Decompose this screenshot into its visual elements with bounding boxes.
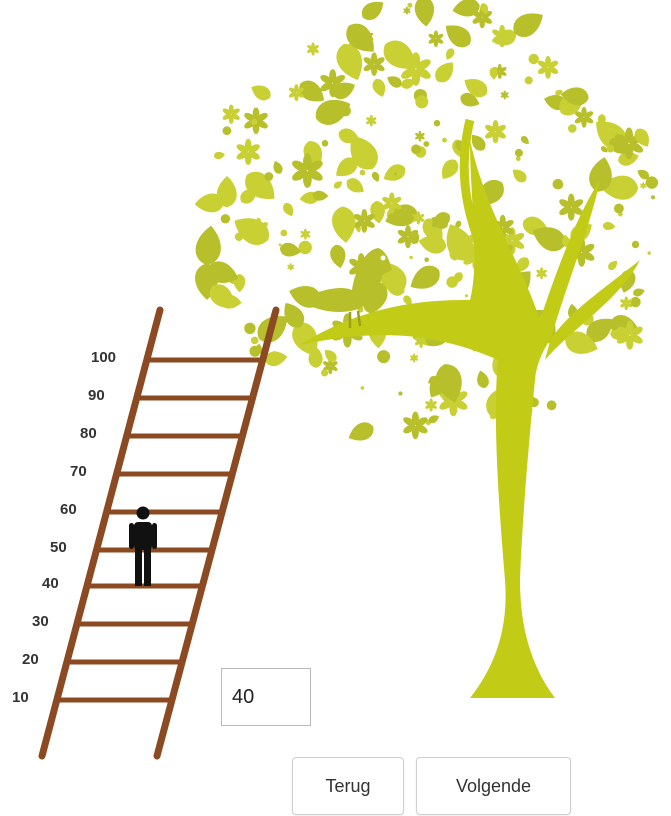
rung-label: 30 — [32, 613, 49, 630]
ladder — [38, 306, 280, 760]
next-button[interactable]: Volgende — [416, 757, 571, 815]
rung-label: 80 — [80, 425, 97, 442]
answer-input[interactable] — [221, 668, 311, 726]
person-icon — [129, 506, 157, 586]
rung-label: 10 — [12, 689, 29, 706]
rung-label: 20 — [22, 651, 39, 668]
rung-label: 50 — [50, 539, 67, 556]
rung-label: 100 — [91, 349, 117, 366]
rung-label: 70 — [70, 463, 87, 480]
rung-label: 90 — [88, 387, 105, 404]
rung-label: 60 — [60, 501, 77, 518]
back-button[interactable]: Terug — [292, 757, 404, 815]
rung-label: 40 — [42, 575, 59, 592]
exercise-stage: 100 90 80 70 60 50 40 30 20 10 Terug Volgende — [0, 0, 671, 816]
